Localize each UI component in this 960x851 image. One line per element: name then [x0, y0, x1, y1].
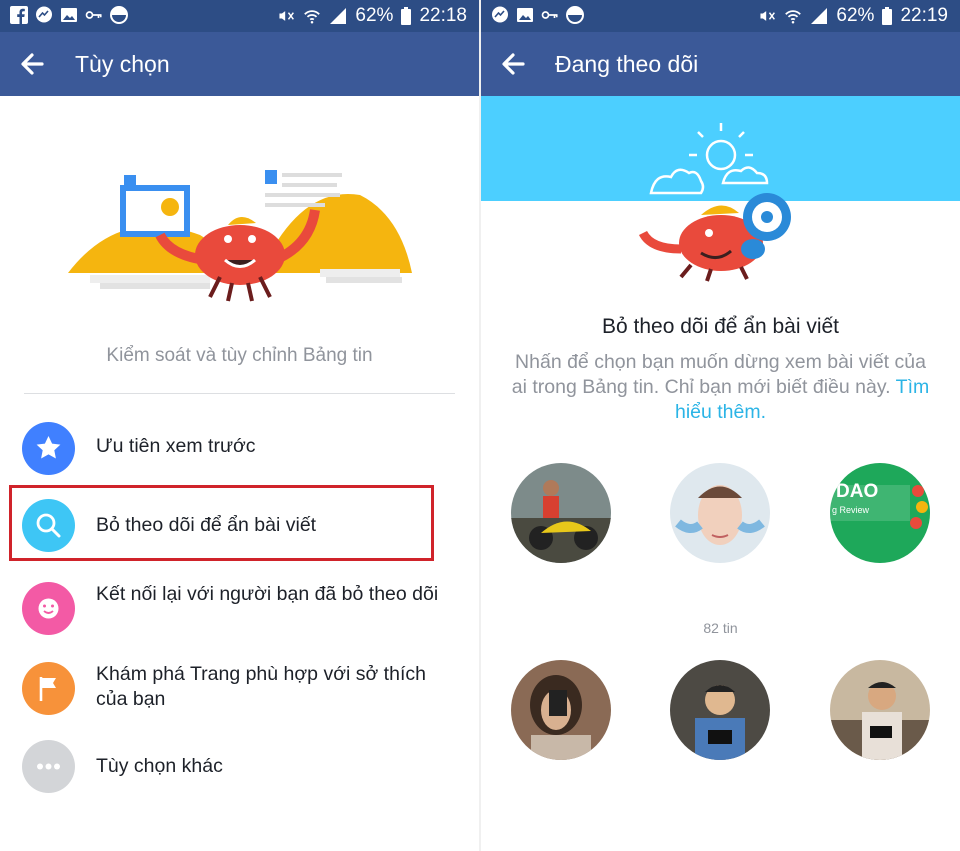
- star-icon: [22, 422, 75, 475]
- half-circle-icon: [566, 6, 584, 24]
- back-arrow-icon[interactable]: [16, 46, 56, 82]
- app-bar: Tùy chọn: [0, 32, 479, 96]
- image-icon: [517, 8, 533, 22]
- key-icon: [541, 11, 558, 19]
- more-icon: [22, 740, 75, 793]
- crab-magnifier-illustration: [638, 123, 791, 282]
- flag-icon: [22, 662, 75, 715]
- avatar-badge-text: DAO: [836, 481, 879, 502]
- system-icons: 62% 22:19: [758, 5, 948, 27]
- mute-icon: [279, 11, 295, 21]
- page-title: Tùy chọn: [75, 51, 170, 77]
- wifi-icon: [304, 10, 321, 24]
- option-label: Khám phá Trang phù hợp với sở thích của …: [96, 663, 426, 710]
- battery-percent: 62%: [836, 5, 875, 26]
- option-discover-pages[interactable]: Khám phá Trang phù hợp với sở thích của …: [0, 650, 479, 722]
- notification-icons: [491, 6, 584, 24]
- option-label: Kết nối lại với người bạn đã bỏ theo dõi: [96, 583, 439, 605]
- friend-avatar-1[interactable]: [511, 463, 611, 563]
- notification-icons: [10, 6, 128, 24]
- page-avatar-3[interactable]: DAO g Review: [830, 463, 930, 563]
- battery-icon: [401, 7, 412, 25]
- key-icon: [85, 11, 102, 19]
- right-screen: 62% 22:19 Đang theo dõi Bỏ theo dõi để ẩ…: [481, 0, 960, 851]
- wifi-icon: [785, 10, 802, 24]
- story-count: 82 tin: [703, 620, 738, 636]
- option-label: Tùy chọn khác: [96, 755, 223, 777]
- smiley-icon: [22, 582, 75, 635]
- image-icon: [61, 8, 77, 22]
- highlight-box: [9, 485, 434, 561]
- signal-icon: [811, 8, 828, 24]
- option-prioritize[interactable]: Ưu tiên xem trước: [0, 410, 479, 482]
- description-text: Nhấn để chọn bạn muốn dừng xem bài viết …: [511, 351, 926, 398]
- crab-illustration: [68, 170, 412, 302]
- feed-subtitle: Kiểm soát và tùy chỉnh Bảng tin: [106, 345, 373, 366]
- option-more[interactable]: Tùy chọn khác: [0, 730, 479, 802]
- left-screen: 62% 22:18 Tùy chọn Kiểm soát và tùy chỉn…: [0, 0, 479, 851]
- friend-avatar-2[interactable]: [670, 463, 770, 563]
- section-divider: [24, 393, 455, 394]
- option-label: Ưu tiên xem trước: [96, 435, 256, 457]
- facebook-icon: [10, 6, 28, 24]
- battery-icon: [882, 7, 893, 25]
- clock: 22:18: [419, 5, 467, 26]
- friend-avatar-5[interactable]: [670, 660, 770, 760]
- option-reconnect[interactable]: Kết nối lại với người bạn đã bỏ theo dõi: [0, 570, 479, 642]
- messenger-icon: [492, 6, 508, 23]
- unfollow-description: Nhấn để chọn bạn muốn dừng xem bài viết …: [511, 350, 930, 425]
- signal-icon: [330, 8, 347, 24]
- system-icons: 62% 22:18: [277, 5, 467, 27]
- page-title: Đang theo dõi: [555, 51, 699, 77]
- status-bar: 62% 22:18: [0, 0, 479, 32]
- battery-percent: 62%: [355, 5, 394, 26]
- friend-avatar-6[interactable]: [830, 660, 930, 760]
- mute-icon: [760, 11, 776, 21]
- half-circle-icon: [110, 6, 128, 24]
- status-bar: 62% 22:19: [481, 0, 960, 32]
- avatar-badge-sub: g Review: [832, 505, 870, 515]
- friend-avatar-4[interactable]: [511, 660, 611, 760]
- app-bar: Đang theo dõi: [481, 32, 960, 96]
- messenger-icon: [36, 6, 52, 23]
- unfollow-heading: Bỏ theo dõi để ẩn bài viết: [601, 315, 839, 338]
- clock: 22:19: [900, 5, 948, 26]
- back-arrow-icon[interactable]: [497, 46, 537, 82]
